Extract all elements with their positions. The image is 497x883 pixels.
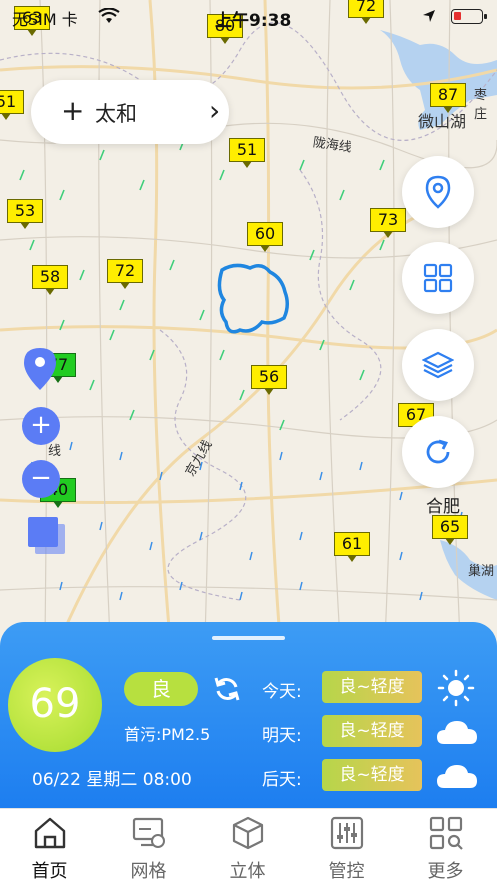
tab-label: 首页 bbox=[31, 861, 68, 882]
forecast-day-label: 后天: bbox=[262, 770, 302, 790]
grid-button[interactable] bbox=[402, 242, 474, 314]
aqi-marker[interactable]: 51 bbox=[229, 138, 265, 168]
tab-control[interactable]: 管控 bbox=[297, 809, 396, 883]
aqi-marker[interactable]: 53 bbox=[7, 199, 43, 229]
tab-more[interactable]: 更多 bbox=[396, 809, 495, 883]
zoom-out-button[interactable]: − bbox=[22, 460, 60, 498]
more-apps-icon bbox=[429, 816, 463, 850]
map-label-hefei: 合肥 bbox=[426, 497, 460, 517]
map-label-zaozhuang: 枣庄 bbox=[474, 88, 488, 122]
status-bar: 无SIM 卡 上午9:38 bbox=[0, 0, 497, 34]
wifi-icon bbox=[98, 8, 120, 23]
refresh-data-icon[interactable] bbox=[212, 674, 242, 704]
aqi-marker[interactable]: 58 bbox=[32, 265, 68, 295]
sliders-icon bbox=[330, 816, 364, 850]
tab-label: 更多 bbox=[427, 861, 464, 882]
publish-datetime: 06/22 星期二 08:00 bbox=[32, 770, 192, 790]
chevron-right-icon[interactable]: › bbox=[209, 94, 220, 127]
refresh-icon bbox=[426, 439, 450, 464]
zoom-in-button[interactable]: + bbox=[22, 407, 60, 445]
aqi-value: 69 bbox=[8, 658, 102, 752]
forecast-day-label: 今天: bbox=[262, 682, 302, 702]
forecast-level: 良~轻度 bbox=[322, 759, 422, 791]
forecast-level: 良~轻度 bbox=[322, 671, 422, 703]
battery-icon bbox=[451, 9, 487, 24]
map-label-chaohu: 巢湖 bbox=[468, 564, 495, 579]
grid-icon bbox=[423, 263, 453, 293]
fullscreen-icon[interactable] bbox=[27, 516, 67, 556]
status-time: 上午9:38 bbox=[215, 11, 292, 31]
aqi-marker[interactable]: 65 bbox=[432, 515, 468, 545]
map-label-xian: 线 bbox=[48, 444, 62, 459]
tab-label: 管控 bbox=[328, 861, 365, 882]
forecast-level: 良~轻度 bbox=[322, 715, 422, 747]
aqi-grade-badge: 良 bbox=[124, 672, 198, 706]
add-location-icon[interactable]: + bbox=[61, 94, 84, 127]
county-boundary bbox=[217, 263, 289, 334]
map-label-weishanhu: 微山湖 bbox=[418, 112, 467, 131]
carrier-label: 无SIM 卡 bbox=[12, 10, 78, 29]
bottom-tab-bar: 首页 网格 立体 管控 更多 bbox=[0, 808, 497, 883]
tab-label: 网格 bbox=[130, 861, 167, 882]
aqi-marker[interactable]: 56 bbox=[251, 365, 287, 395]
aqi-marker[interactable]: 73 bbox=[370, 208, 406, 238]
primary-pollutant: 首污:PM2.5 bbox=[124, 725, 211, 744]
layers-button[interactable] bbox=[402, 329, 474, 401]
air-quality-panel: 69 良 首污:PM2.5 06/22 星期二 08:00 今天: 良~轻度 明… bbox=[0, 622, 497, 808]
aqi-marker[interactable]: 72 bbox=[107, 259, 143, 289]
location-arrow-icon bbox=[423, 10, 435, 22]
aqi-marker[interactable]: 87 bbox=[430, 83, 466, 113]
tab-grid[interactable]: 网格 bbox=[99, 809, 198, 883]
location-name: 太和 bbox=[95, 102, 137, 126]
map-pin-icon[interactable] bbox=[22, 346, 58, 392]
tab-label: 立体 bbox=[229, 861, 266, 882]
grid-monitor-icon bbox=[132, 817, 165, 848]
refresh-map-button[interactable] bbox=[402, 416, 474, 488]
home-icon bbox=[34, 817, 66, 849]
locate-button[interactable] bbox=[402, 156, 474, 228]
aqi-marker[interactable]: 61 bbox=[334, 532, 370, 562]
location-selector[interactable]: + 太和 › bbox=[31, 80, 229, 144]
aqi-marker[interactable]: 60 bbox=[247, 222, 283, 252]
cloud-icon bbox=[437, 765, 477, 788]
tab-3d[interactable]: 立体 bbox=[198, 809, 297, 883]
layers-icon bbox=[422, 351, 454, 379]
tab-home[interactable]: 首页 bbox=[0, 809, 99, 883]
panel-drag-handle[interactable] bbox=[212, 636, 285, 640]
aqi-marker[interactable]: 51 bbox=[0, 90, 24, 120]
forecast-day-label: 明天: bbox=[262, 726, 302, 746]
location-pin-icon bbox=[425, 175, 451, 209]
cube-icon bbox=[232, 816, 264, 850]
cloud-icon bbox=[437, 721, 477, 744]
sun-icon bbox=[437, 669, 475, 707]
